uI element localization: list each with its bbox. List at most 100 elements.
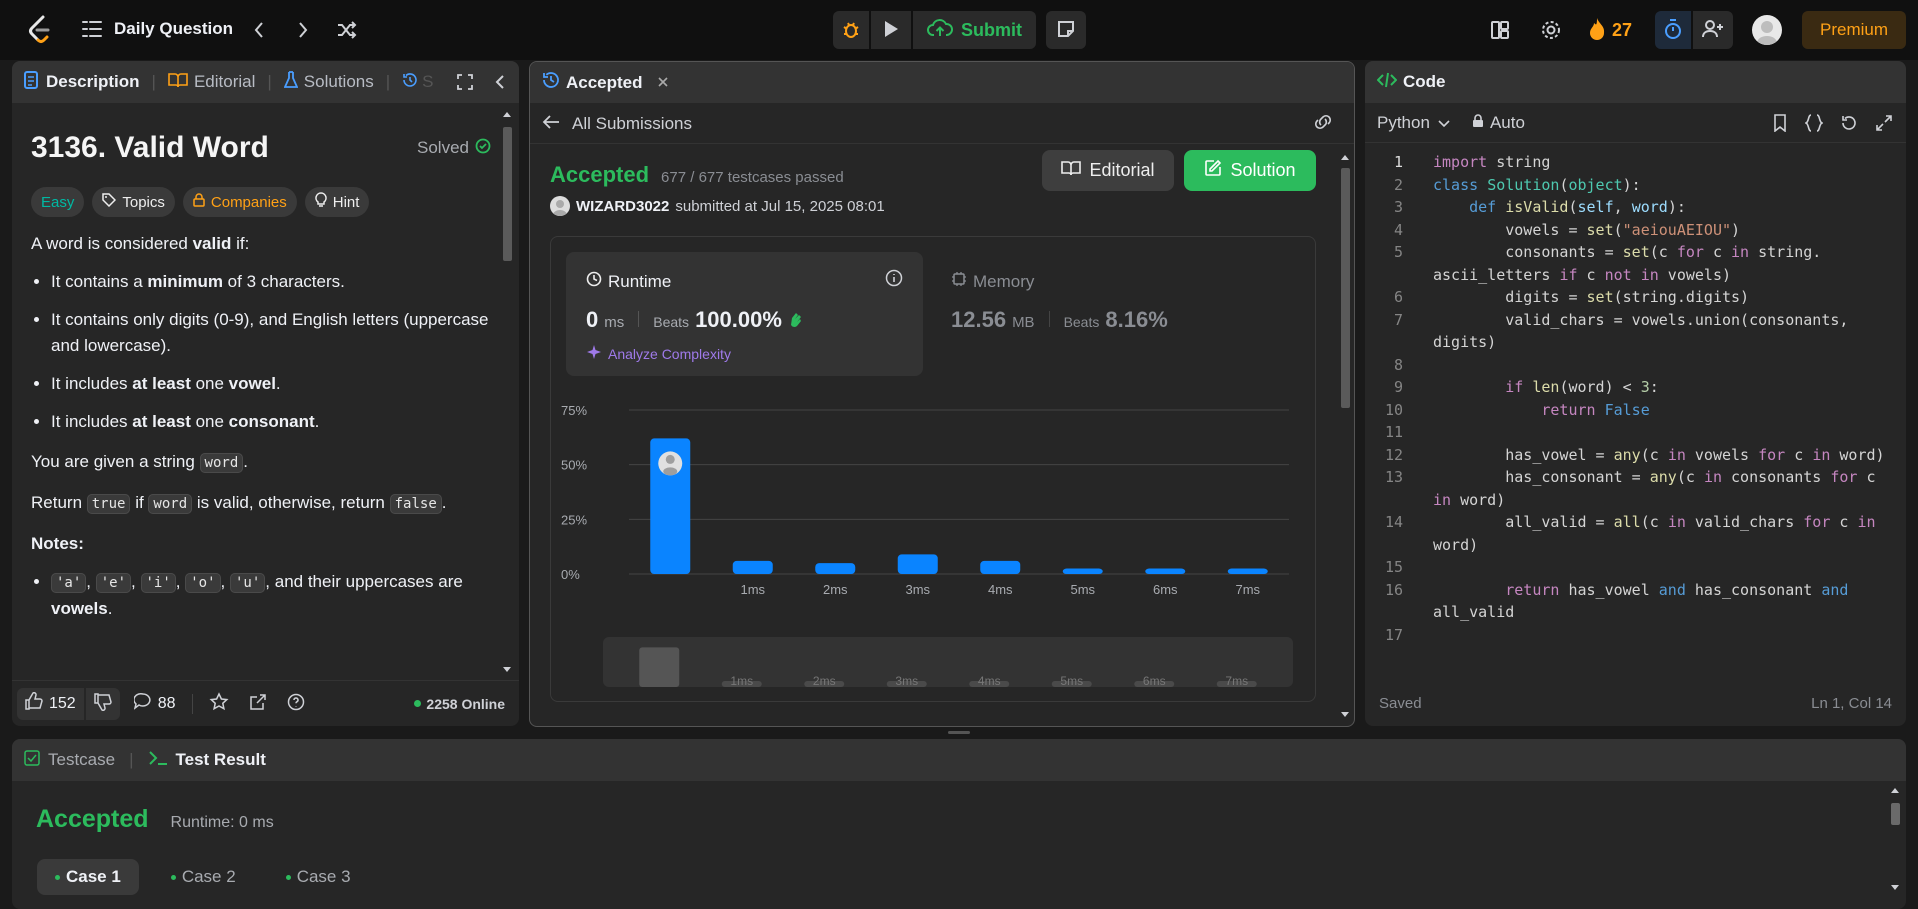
- submit-button[interactable]: Submit: [913, 11, 1036, 49]
- minimap-bar: [639, 647, 680, 687]
- tab-test-result[interactable]: Test Result: [148, 750, 266, 771]
- debug-button[interactable]: [833, 11, 869, 49]
- like-button[interactable]: 152: [17, 687, 84, 720]
- tab-testcase[interactable]: Testcase: [24, 749, 115, 771]
- close-tab-icon[interactable]: [657, 73, 669, 93]
- shuffle-icon[interactable]: [336, 20, 358, 40]
- problem-list-button[interactable]: Daily Question: [82, 19, 233, 39]
- bar[interactable]: [897, 554, 938, 574]
- dislike-button[interactable]: [85, 687, 120, 720]
- case-tab-2[interactable]: Case 2: [153, 859, 254, 895]
- description-scrollbar[interactable]: [500, 105, 514, 675]
- tab-submissions-label: S: [422, 72, 434, 91]
- topics-tag[interactable]: Topics: [92, 187, 175, 217]
- all-submissions-link[interactable]: All Submissions: [572, 114, 692, 134]
- analyze-complexity-link[interactable]: Analyze Complexity: [586, 344, 731, 363]
- format-braces-icon[interactable]: [1803, 114, 1825, 137]
- language-select[interactable]: Python: [1377, 113, 1450, 133]
- memory-values: 12.56 MB Beats 8.16%: [951, 307, 1168, 333]
- hint-label: Hint: [332, 193, 360, 211]
- pass-dot: [170, 874, 176, 880]
- star-icon[interactable]: [208, 692, 229, 715]
- help-icon[interactable]: [287, 693, 305, 714]
- tab-submissions[interactable]: S: [402, 72, 434, 93]
- tab-divider: |: [385, 72, 391, 91]
- bar[interactable]: [1227, 568, 1268, 574]
- settings-gear-icon[interactable]: [1540, 19, 1562, 41]
- invite-button[interactable]: [1693, 11, 1733, 49]
- submission-subheader: All Submissions: [530, 104, 1354, 144]
- tab-description[interactable]: Description: [24, 70, 140, 94]
- bookmark-icon[interactable]: [1773, 114, 1787, 137]
- companies-tag[interactable]: Companies: [182, 187, 297, 217]
- saved-status: Saved: [1379, 695, 1422, 712]
- bar[interactable]: [1145, 568, 1186, 574]
- comment-icon: [132, 692, 152, 715]
- share-icon[interactable]: [249, 693, 267, 714]
- avatar-head: [665, 454, 675, 464]
- hint-tag[interactable]: Hint: [304, 187, 370, 217]
- resize-handle[interactable]: [948, 731, 970, 734]
- editorial-button[interactable]: Editorial: [1042, 150, 1174, 191]
- auto-mode[interactable]: Auto: [1472, 113, 1525, 133]
- avatar[interactable]: [1752, 15, 1782, 45]
- layout-icon[interactable]: [1490, 20, 1510, 40]
- runtime-card[interactable]: Runtime 0 ms Beats 100.00% Analyze Compl…: [566, 252, 923, 376]
- case-tab-1[interactable]: Case 1: [37, 859, 139, 895]
- code-panel: Code Python Auto 1 import string 2 class S…: [1365, 61, 1906, 726]
- memory-label: Memory: [973, 271, 1035, 291]
- comments-button[interactable]: 88: [132, 692, 176, 715]
- memory-card[interactable]: Memory 12.56 MB Beats 8.16%: [939, 252, 1299, 376]
- bar[interactable]: [1062, 568, 1103, 574]
- history-icon: [542, 71, 560, 94]
- user-avatar[interactable]: [550, 196, 570, 216]
- tab-solutions[interactable]: Solutions: [283, 70, 374, 94]
- tab-editorial[interactable]: Editorial: [168, 72, 255, 93]
- collapse-left-icon[interactable]: [494, 73, 506, 96]
- difficulty-label: Easy: [41, 193, 75, 211]
- companies-label: Companies: [210, 193, 287, 211]
- runtime-beats: 100.00%: [695, 307, 782, 332]
- prev-problem-icon[interactable]: [253, 20, 265, 40]
- runtime-chart-minimap[interactable]: 1ms 2ms 3ms 4ms 5ms 6ms 7ms: [603, 637, 1293, 687]
- tab-accepted[interactable]: Accepted: [542, 71, 643, 94]
- flask-icon: [283, 70, 299, 94]
- description-panel: Description | Editorial | Solutions | S …: [12, 61, 519, 726]
- case-tab-3[interactable]: Case 3: [268, 859, 369, 895]
- checkbox-icon: [24, 749, 40, 771]
- x-tick-label: 4ms: [988, 582, 1013, 597]
- info-icon[interactable]: [885, 269, 903, 290]
- streak-counter[interactable]: 27: [1588, 17, 1632, 44]
- back-arrow-icon[interactable]: [542, 114, 560, 133]
- chip-icon: [951, 271, 967, 292]
- runtime-unit: ms: [604, 314, 625, 331]
- link-icon[interactable]: [1312, 114, 1334, 133]
- minimap-label: 3ms: [895, 674, 918, 687]
- memory-beats: 8.16%: [1105, 307, 1168, 332]
- add-user-icon: [1702, 19, 1724, 42]
- logo-icon[interactable]: [26, 15, 54, 45]
- code-title[interactable]: Code: [1403, 72, 1446, 92]
- next-problem-icon[interactable]: [297, 20, 309, 40]
- code-editor[interactable]: 1 import string 2 class Solution(object): …: [1365, 151, 1885, 671]
- bar[interactable]: [980, 560, 1021, 574]
- solution-button[interactable]: Solution: [1184, 150, 1316, 191]
- submission-scrollbar[interactable]: [1338, 148, 1352, 724]
- runtime-distribution-chart[interactable]: 0% 25% 50% 75% 1ms 2ms 3ms 4ms 5ms 6ms 7ms: [561, 382, 1301, 632]
- problem-title[interactable]: 3136. Valid Word: [31, 131, 269, 165]
- reset-icon[interactable]: [1840, 114, 1858, 137]
- bar[interactable]: [815, 563, 856, 574]
- clock-icon: [586, 271, 602, 292]
- timer-button[interactable]: [1655, 11, 1691, 49]
- streak-count: 27: [1612, 20, 1633, 40]
- test-tabbar: Testcase | Test Result: [12, 739, 1906, 781]
- premium-button[interactable]: Premium: [1802, 11, 1906, 49]
- expand-icon[interactable]: [456, 73, 474, 96]
- username[interactable]: WIZARD3022: [576, 198, 669, 215]
- run-button[interactable]: [871, 11, 911, 49]
- bar[interactable]: [732, 560, 773, 574]
- divider: [1048, 311, 1050, 327]
- notes-button[interactable]: [1046, 11, 1086, 49]
- fullscreen-icon[interactable]: [1875, 114, 1893, 137]
- result-scrollbar[interactable]: [1888, 783, 1902, 898]
